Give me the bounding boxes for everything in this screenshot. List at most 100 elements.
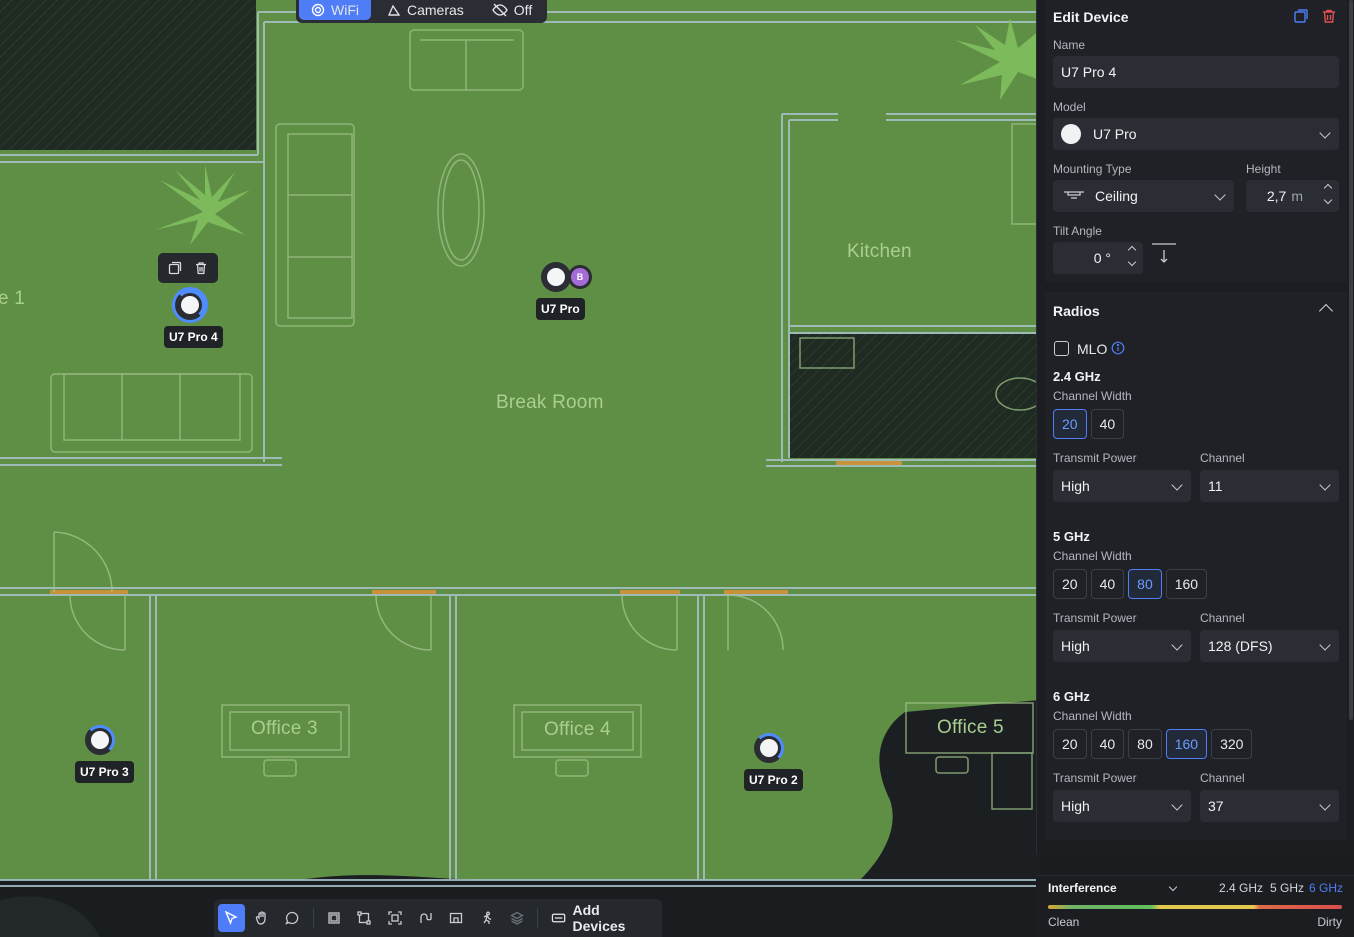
chevron-down-icon xyxy=(1319,799,1331,811)
layers-icon xyxy=(510,911,524,925)
radios-title: Radios xyxy=(1053,303,1100,319)
walk-icon xyxy=(483,911,491,924)
interference-tab-6[interactable]: 6 GHz xyxy=(1309,881,1343,895)
panel-scrollbar[interactable] xyxy=(1349,0,1353,720)
tilt-angle-stepper[interactable]: 0 ° xyxy=(1053,242,1143,274)
device-marker-u7-pro-4[interactable] xyxy=(175,290,205,320)
model-select[interactable]: U7 Pro xyxy=(1053,118,1339,150)
band-6-width-320[interactable]: 320 xyxy=(1211,729,1253,759)
band-5-channel-value: 128 (DFS) xyxy=(1208,638,1273,654)
room-label-break-room: Break Room xyxy=(496,392,604,413)
toolbar-divider xyxy=(312,908,314,928)
device-marker-u7-pro-2[interactable] xyxy=(754,733,784,763)
mounting-type-select[interactable]: Ceiling xyxy=(1053,180,1234,212)
band-6-channel-select[interactable]: 37 xyxy=(1200,790,1339,822)
devices-icon xyxy=(552,913,566,923)
trash-icon[interactable] xyxy=(1321,8,1337,29)
edit-device-card: Edit Device Name U7 Pro 4 Model U7 Pro M… xyxy=(1045,0,1347,282)
mode-wifi-label: WiFi xyxy=(331,2,359,18)
band-6-power-select[interactable]: High xyxy=(1053,790,1191,822)
room-label-kitchen: Kitchen xyxy=(847,241,912,262)
band-5-title: 5 GHz xyxy=(1053,529,1090,544)
band-6-width-options: 20 40 80 160 320 xyxy=(1053,729,1253,759)
band-6-power-value: High xyxy=(1061,798,1090,814)
height-spinner[interactable] xyxy=(1323,183,1333,205)
mode-off-label: Off xyxy=(513,2,533,18)
collapse-chevron-icon[interactable] xyxy=(1318,303,1334,319)
info-icon[interactable] xyxy=(1111,341,1125,360)
height-stepper[interactable]: 2,7 m xyxy=(1246,180,1339,212)
wall-icon xyxy=(419,913,432,923)
band-5-width-20[interactable]: 20 xyxy=(1053,569,1087,599)
band-5-power-select[interactable]: High xyxy=(1053,630,1191,662)
band-5-width-40[interactable]: 40 xyxy=(1090,569,1125,599)
comment-icon xyxy=(285,911,299,925)
mode-cameras-label: Cameras xyxy=(407,2,464,18)
device-marker-u7-pro[interactable] xyxy=(541,262,571,292)
tilt-direction-icon[interactable] xyxy=(1151,242,1177,268)
band-6-channel-value: 37 xyxy=(1208,798,1224,814)
wall-tool[interactable] xyxy=(412,904,439,932)
interference-title: Interference xyxy=(1048,881,1117,895)
increment-icon[interactable] xyxy=(1127,245,1137,255)
band-6-width-40[interactable]: 40 xyxy=(1090,729,1125,759)
add-devices-button[interactable]: Add Devices xyxy=(545,902,658,934)
room-label-office-4: Office 4 xyxy=(544,719,611,740)
duplicate-device-icon[interactable] xyxy=(164,258,186,278)
tilt-angle-value: 0 ° xyxy=(1093,250,1111,266)
tilt-spinner[interactable] xyxy=(1127,245,1137,267)
mode-cameras-button[interactable]: Cameras xyxy=(375,0,476,20)
duplicate-icon[interactable] xyxy=(1293,8,1309,29)
band-24-width-40[interactable]: 40 xyxy=(1090,409,1125,439)
band-24-width-20[interactable]: 20 xyxy=(1053,409,1087,439)
height-value: 2,7 xyxy=(1266,188,1287,204)
comment-tool[interactable] xyxy=(279,904,306,932)
area-tool[interactable] xyxy=(351,904,378,932)
room-label-office-5: Office 5 xyxy=(937,717,1004,738)
interference-tab-5[interactable]: 5 GHz xyxy=(1270,881,1304,895)
mode-wifi-button[interactable]: WiFi xyxy=(299,0,371,20)
band-24-power-value: High xyxy=(1061,478,1090,494)
radios-card: Radios MLO 2.4 GHz Channel Width 20 40 T… xyxy=(1045,292,1347,840)
decrement-icon[interactable] xyxy=(1127,257,1137,267)
name-input[interactable]: U7 Pro 4 xyxy=(1053,56,1339,88)
pan-tool[interactable] xyxy=(249,904,276,932)
band-6-width-label: Channel Width xyxy=(1053,709,1132,723)
band-24-title: 2.4 GHz xyxy=(1053,369,1101,384)
increment-icon[interactable] xyxy=(1323,183,1333,193)
band-5-channel-label: Channel xyxy=(1200,611,1245,625)
device-marker-u7-pro-3[interactable] xyxy=(85,725,115,755)
camera-icon xyxy=(387,4,401,16)
band-24-channel-label: Channel xyxy=(1200,451,1245,465)
interference-expand-icon[interactable] xyxy=(1168,882,1178,892)
door-tool[interactable] xyxy=(443,904,470,932)
device-settings-panel: Edit Device Name U7 Pro 4 Model U7 Pro M… xyxy=(1036,0,1354,854)
band-6-power-label: Transmit Power xyxy=(1053,771,1137,785)
device-label-u7-pro-3: U7 Pro 3 xyxy=(75,761,134,783)
band-24-power-select[interactable]: High xyxy=(1053,470,1191,502)
band-6-width-80[interactable]: 80 xyxy=(1128,729,1162,759)
band-6-title: 6 GHz xyxy=(1053,689,1090,704)
zone-tool[interactable] xyxy=(382,904,409,932)
interference-tab-24[interactable]: 2.4 GHz xyxy=(1219,881,1263,895)
band-6-width-160[interactable]: 160 xyxy=(1165,729,1208,759)
room-tool[interactable] xyxy=(321,904,348,932)
model-device-icon xyxy=(1061,124,1081,144)
mlo-checkbox[interactable] xyxy=(1054,341,1069,356)
edit-device-title: Edit Device xyxy=(1053,9,1129,25)
delete-device-icon[interactable] xyxy=(190,258,212,278)
walk-tool[interactable] xyxy=(473,904,500,932)
band-5-channel-select[interactable]: 128 (DFS) xyxy=(1200,630,1339,662)
mode-off-button[interactable]: Off xyxy=(480,0,544,20)
band-5-width-160[interactable]: 160 xyxy=(1165,569,1208,599)
layers-tool[interactable] xyxy=(504,904,531,932)
model-label: Model xyxy=(1053,100,1086,114)
select-tool[interactable] xyxy=(218,904,245,932)
band-24-channel-select[interactable]: 11 xyxy=(1200,470,1339,502)
band-24-channel-value: 11 xyxy=(1208,478,1223,494)
band-5-width-80[interactable]: 80 xyxy=(1128,569,1162,599)
band-6-width-20[interactable]: 20 xyxy=(1053,729,1087,759)
wifi-icon xyxy=(311,3,325,17)
decrement-icon[interactable] xyxy=(1323,195,1333,205)
device-badge[interactable]: B xyxy=(568,265,592,289)
